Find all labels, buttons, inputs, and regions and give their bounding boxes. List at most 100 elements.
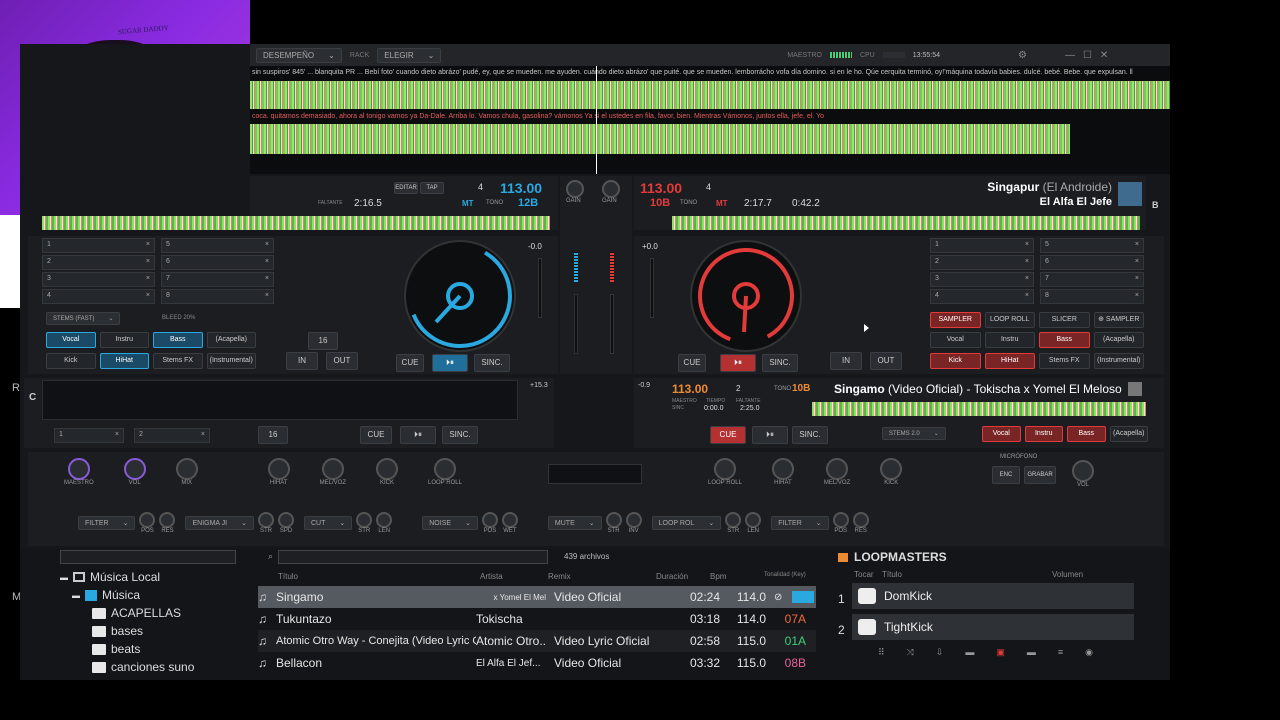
deck-a-sync-button[interactable]: SINC. <box>474 354 510 372</box>
stem-kick-button[interactable]: Kick <box>930 353 981 369</box>
folder-icon[interactable]: ▬ <box>965 647 974 658</box>
fx-knob[interactable] <box>625 512 642 528</box>
fx-knob[interactable] <box>852 512 869 528</box>
stem-kick-button[interactable]: Kick <box>46 353 96 369</box>
master-knob[interactable] <box>67 458 90 480</box>
sampler-item[interactable]: 1 DomKick <box>838 583 1158 614</box>
hotcue-pad[interactable]: 5 × <box>1040 238 1144 253</box>
stem-fx-button[interactable]: Stems FX <box>1039 353 1090 369</box>
edit-button[interactable]: EDITAR <box>394 182 418 194</box>
hotcue-pad[interactable]: 3 × <box>930 272 1034 287</box>
deck-c-slot[interactable]: 2 × <box>134 428 210 443</box>
col-title[interactable]: Título <box>278 572 298 581</box>
deck-a-jogwheel[interactable] <box>404 240 516 352</box>
deck-d-cue-button[interactable]: CUE <box>710 426 746 444</box>
tree-item-canciones-suno[interactable]: canciones suno <box>60 658 242 676</box>
tree-item-acapellas[interactable]: ACAPELLAS <box>60 604 242 622</box>
stem-fx-button[interactable]: Stems FX <box>153 353 203 369</box>
fx-knob[interactable] <box>159 512 176 528</box>
hotcue-pad[interactable]: 6 × <box>1040 255 1144 270</box>
mic-on-button[interactable]: ENC <box>992 466 1020 484</box>
mic-record-button[interactable]: GRABAR <box>1024 466 1056 484</box>
tap-button[interactable]: TAP <box>420 182 444 194</box>
loop-roll-knob[interactable] <box>713 458 736 480</box>
stem-instrumental-button[interactable]: (Instrumental) <box>1093 353 1144 369</box>
record-icon[interactable]: ◉ <box>1085 647 1093 658</box>
rack-dropdown[interactable]: ELEGIR ⌄ <box>377 47 442 63</box>
volume-fader-b[interactable] <box>610 294 614 354</box>
stem-vocal-button[interactable]: Vocal <box>982 426 1021 442</box>
kick-knob[interactable] <box>376 458 399 480</box>
fx-knob[interactable] <box>139 512 156 528</box>
deck-b-mini-waveform[interactable] <box>672 216 1140 230</box>
deck-a-mini-waveform[interactable] <box>42 216 550 230</box>
hotcue-pad[interactable]: 1 × <box>930 238 1034 253</box>
fx-dropdown[interactable]: LOOP ROL ⌄ <box>651 516 722 530</box>
deck-d-sync-button[interactable]: SINC. <box>792 426 828 444</box>
sampler-item[interactable]: 2 TightKick <box>838 614 1158 645</box>
stem-acapella-button[interactable]: (Acapella) <box>206 332 256 348</box>
col-duration[interactable]: Duración <box>656 572 688 581</box>
fx-knob[interactable] <box>501 512 518 528</box>
hotcue-pad[interactable]: 4 × <box>930 289 1034 304</box>
stem-bass-button[interactable]: Bass <box>153 332 203 348</box>
fx-dropdown[interactable]: ENIGMA JI ⌄ <box>185 516 254 530</box>
melvoz-knob[interactable] <box>321 458 344 480</box>
waveform-overview[interactable]: sin suspiros' 845' ... blanquita PR ... … <box>250 66 1170 174</box>
loop-out-button[interactable]: OUT <box>326 352 358 370</box>
table-row[interactable]: ♫ Tukuntazo Tokischa 03:18 114.0 07A <box>258 608 816 630</box>
stems-mode-dropdown[interactable]: STEMS (FAST) ⌄ <box>46 312 121 325</box>
gain-knob-b[interactable] <box>602 180 620 198</box>
hotcue-pad[interactable]: 6 × <box>161 255 274 270</box>
hotcue-pad[interactable]: 4 × <box>42 289 155 304</box>
fx-dropdown[interactable]: MUTE ⌄ <box>547 516 602 530</box>
deck-a-pitch-fader[interactable] <box>538 258 542 318</box>
stem-instru-button[interactable]: Instru <box>1024 426 1063 442</box>
table-row[interactable]: ♫ Singamo x Yomel El Mel Video Oficial 0… <box>258 586 816 608</box>
loop-roll-knob[interactable] <box>433 458 456 480</box>
close-icon[interactable]: ✕ <box>1100 50 1108 61</box>
tab-slicer[interactable]: SLICER <box>1039 312 1090 328</box>
stem-acapella-button[interactable]: (Acapella) <box>1109 426 1148 442</box>
col-remix[interactable]: Remix <box>548 572 571 581</box>
col-sample-title[interactable]: Título <box>882 570 1052 579</box>
table-row[interactable]: ♫ Bellacon El Alfa El Jef... Video Ofici… <box>258 652 816 674</box>
fx-knob[interactable] <box>376 512 393 528</box>
deck-a-play-button[interactable]: ⏵⏸ <box>432 354 468 372</box>
hihat-knob[interactable] <box>771 458 794 480</box>
mix-knob[interactable] <box>175 458 198 480</box>
hotcue-pad[interactable]: 1 × <box>42 238 155 253</box>
folder-icon[interactable]: ▬ <box>1027 647 1036 658</box>
stem-vocal-button[interactable]: Vocal <box>46 332 96 348</box>
loop-in-button[interactable]: IN <box>286 352 318 370</box>
fx-dropdown[interactable]: FILTER ⌄ <box>771 516 829 530</box>
deck-b-play-button[interactable]: ⏵⏸ <box>720 354 756 372</box>
mic-vol-knob[interactable] <box>1072 460 1094 482</box>
tree-item-bases[interactable]: bases <box>60 622 242 640</box>
volume-fader-a[interactable] <box>574 294 578 354</box>
hotcue-pad[interactable]: 7 × <box>1040 272 1144 287</box>
col-play[interactable]: Tocar <box>854 570 882 579</box>
minimize-icon[interactable]: — <box>1065 50 1075 61</box>
grid-icon[interactable]: ⠿ <box>878 647 885 658</box>
hotcue-pad[interactable]: 3 × <box>42 272 155 287</box>
sample-row[interactable]: DomKick <box>852 583 1134 609</box>
waveform-deck-b[interactable] <box>250 124 1070 154</box>
deck-a-cue-button[interactable]: CUE <box>396 354 424 372</box>
deck-c-sync-button[interactable]: SINC. <box>442 426 478 444</box>
col-artist[interactable]: Artista <box>480 572 503 581</box>
stem-instru-button[interactable]: Instru <box>984 332 1035 348</box>
deck-c-slot[interactable]: 1 × <box>54 428 124 443</box>
deck-d-waveform[interactable] <box>812 402 1146 416</box>
deck-b-sync-button[interactable]: SINC. <box>762 354 798 372</box>
shuffle-icon[interactable]: ⤨ <box>907 647 914 658</box>
hotcue-pad[interactable]: 8 × <box>161 289 274 304</box>
col-key[interactable]: Tonalidad (Key) <box>764 572 806 578</box>
stem-vocal-button[interactable]: Vocal <box>930 332 981 348</box>
list-icon[interactable]: ≡ <box>1058 647 1063 658</box>
deck-b-cue-button[interactable]: CUE <box>678 354 706 372</box>
deck-d-stems-mode-dropdown[interactable]: STEMS 2.0 ⌄ <box>882 427 946 440</box>
fx-dropdown[interactable]: NOISE ⌄ <box>422 516 478 530</box>
tree-item-musica-local[interactable]: ▬ Música Local <box>60 568 242 586</box>
stem-instru-button[interactable]: Instru <box>99 332 149 348</box>
